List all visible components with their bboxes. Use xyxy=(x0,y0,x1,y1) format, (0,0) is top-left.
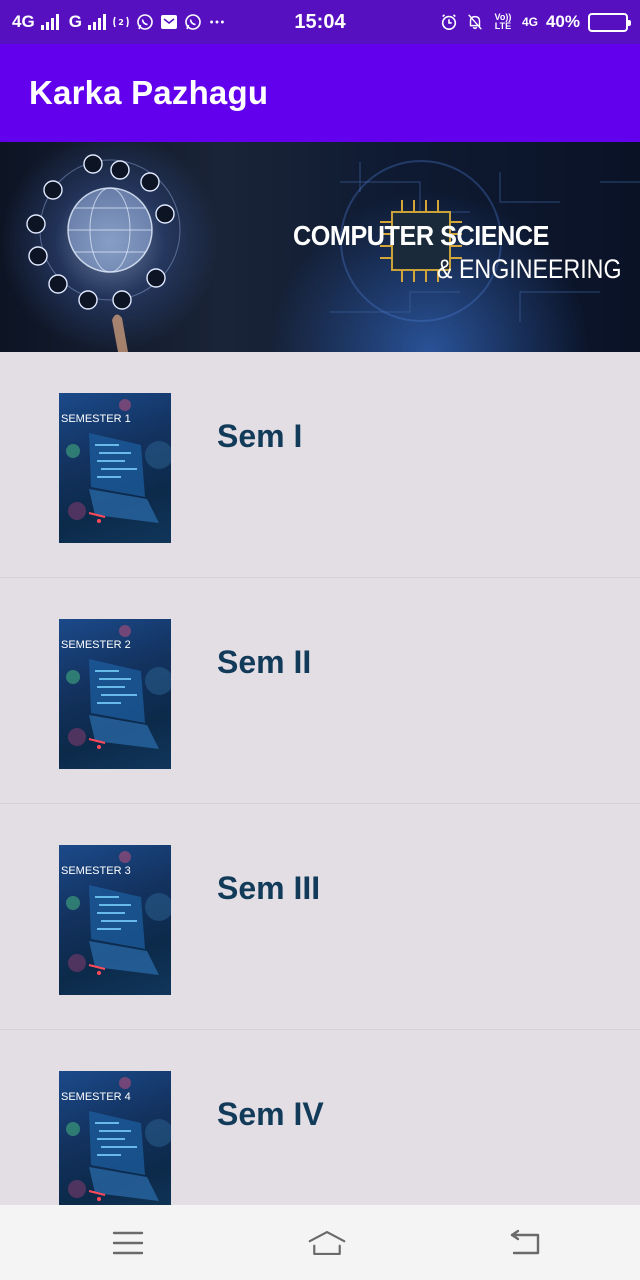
network-type-1: 4G xyxy=(12,12,35,31)
menu-icon[interactable] xyxy=(108,1223,148,1263)
semester-title: Sem I xyxy=(217,418,303,454)
more-notifications-icon xyxy=(208,13,226,31)
semester-title: Sem IV xyxy=(217,1096,324,1132)
network-type-3: 4G xyxy=(521,15,538,29)
mail-icon xyxy=(160,13,178,31)
semester-thumbnail: SEMESTER 2 xyxy=(59,619,171,769)
semester-thumbnail: SEMESTER 1 xyxy=(59,393,171,543)
status-left: 4G G 2 xyxy=(12,12,226,32)
status-bar: 4G G 2 15:04 Vo)) LTE 4G 40% xyxy=(0,0,640,44)
banner-image: COMPUTER SCIENCE & ENGINEERING xyxy=(0,142,640,352)
semester-item-2[interactable]: SEMESTER 2 Sem II xyxy=(0,578,640,804)
app-title: Karka Pazhagu xyxy=(29,74,269,111)
semester-title: Sem II xyxy=(217,644,312,680)
semester-list[interactable]: SEMESTER 1 Sem I SEMESTER 2 Sem II SEMES… xyxy=(0,352,640,1205)
alarm-icon xyxy=(440,13,458,31)
semester-title: Sem III xyxy=(217,870,321,906)
svg-text:2: 2 xyxy=(118,18,124,27)
notifications-off-icon xyxy=(466,13,484,31)
app-bar: Karka Pazhagu xyxy=(0,44,640,142)
whatsapp-icon xyxy=(136,13,154,31)
network-type-2: G xyxy=(68,12,82,31)
status-right: Vo)) LTE 4G 40% xyxy=(440,12,631,32)
semester-item-3[interactable]: SEMESTER 3 Sem III xyxy=(0,804,640,1030)
banner-title: COMPUTER SCIENCE xyxy=(293,220,550,251)
banner-subtitle: & ENGINEERING xyxy=(437,254,622,284)
system-nav-bar xyxy=(0,1205,640,1280)
thumbnail-label: SEMESTER 4 xyxy=(61,1091,131,1103)
thumbnail-label: SEMESTER 3 xyxy=(61,865,131,877)
battery-icon xyxy=(588,12,631,32)
volte-indicator: Vo)) LTE xyxy=(494,12,512,31)
wifi-calling-icon: 2 xyxy=(112,13,130,31)
thumbnail-label: SEMESTER 1 xyxy=(61,413,131,425)
semester-item-1[interactable]: SEMESTER 1 Sem I xyxy=(0,352,640,578)
signal-icon xyxy=(40,14,59,30)
semester-thumbnail: SEMESTER 4 xyxy=(59,1071,171,1205)
signal-icon-2 xyxy=(87,14,106,30)
thumbnail-label: SEMESTER 2 xyxy=(61,639,131,651)
battery-percent: 40% xyxy=(545,12,580,31)
semester-thumbnail: SEMESTER 3 xyxy=(59,845,171,995)
whatsapp-icon-2 xyxy=(184,13,202,31)
home-icon[interactable] xyxy=(307,1223,347,1263)
semester-item-4[interactable]: SEMESTER 4 Sem IV xyxy=(0,1030,640,1205)
back-icon[interactable] xyxy=(505,1223,545,1263)
